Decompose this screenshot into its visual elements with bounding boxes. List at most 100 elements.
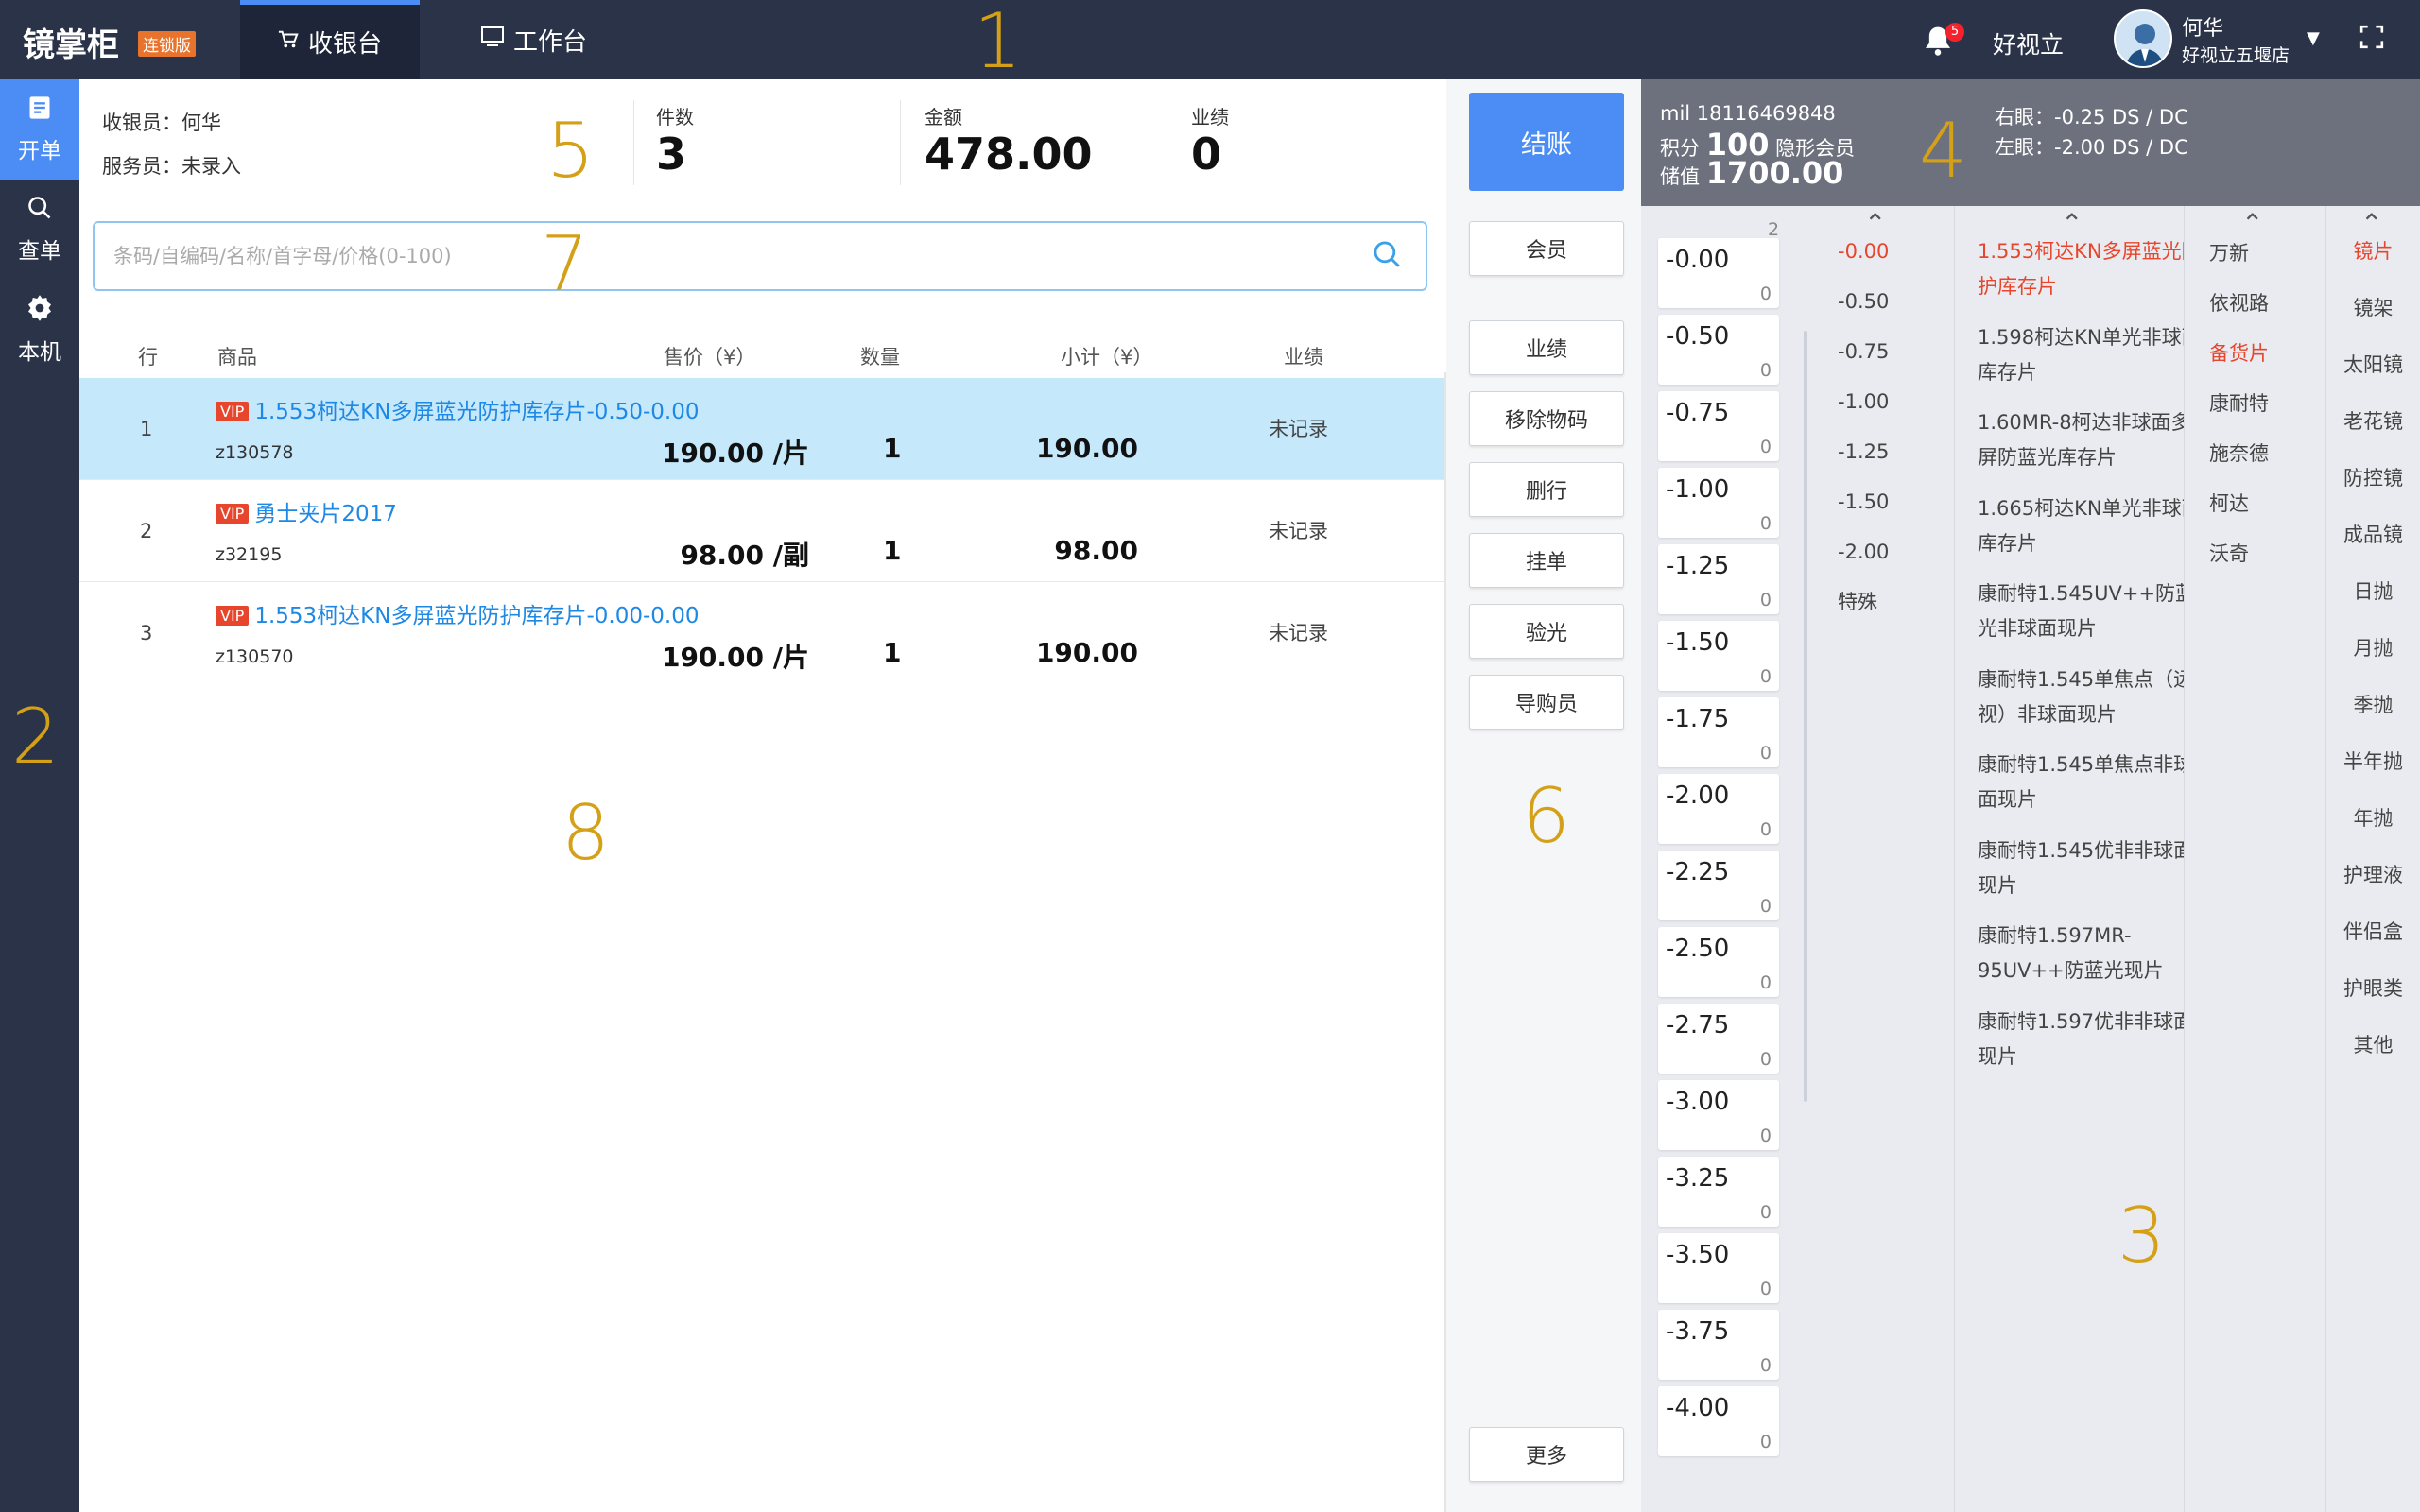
degree-option[interactable]: -2.25 0	[1658, 850, 1779, 920]
brand-option[interactable]: 施奈德	[2209, 437, 2269, 472]
member-button[interactable]: 会员	[1469, 221, 1624, 276]
fullscreen-icon[interactable]	[2360, 25, 2384, 56]
optometry-button[interactable]: 验光	[1469, 604, 1624, 659]
product-price[interactable]: 98.00 /副	[680, 535, 809, 573]
brand-option[interactable]: 沃奇	[2209, 537, 2249, 572]
product-name[interactable]: VIP 1.553柯达KN多屏蓝光防护库存片-0.00-0.00	[216, 597, 699, 629]
category-option[interactable]: 成品镜	[2326, 518, 2420, 553]
store-name[interactable]: 好视立	[1993, 26, 2064, 60]
product-option[interactable]: 康耐特1.545UV++防蓝 光非球面现片	[1978, 576, 2184, 646]
cylinder-option[interactable]: -2.00	[1838, 535, 1889, 570]
degree-option[interactable]: -3.00 0	[1658, 1080, 1779, 1150]
tab-workbench[interactable]: 工作台	[444, 0, 624, 79]
sidebar-item-local[interactable]: 本机	[0, 280, 79, 380]
category-option[interactable]: 其他	[2326, 1028, 2420, 1063]
category-option[interactable]: 日抛	[2326, 575, 2420, 610]
table-row[interactable]: 3 VIP 1.553柯达KN多屏蓝光防护库存片-0.00-0.00 z13057…	[79, 582, 1444, 684]
category-option[interactable]: 季抛	[2326, 688, 2420, 723]
brand-option[interactable]: 依视路	[2209, 286, 2269, 321]
right-eye-prescription: 右眼：-0.25 DS / DC	[1995, 106, 2188, 129]
product-qty[interactable]: 1	[883, 637, 901, 668]
table-row[interactable]: 2 VIP 勇士夹片2017 z32195 98.00 /副 1 98.00 未记…	[79, 480, 1444, 582]
category-option[interactable]: 半年抛	[2326, 745, 2420, 780]
cylinder-option[interactable]: -0.75	[1838, 335, 1889, 369]
category-option[interactable]: 年抛	[2326, 801, 2420, 836]
category-option[interactable]: 护眼类	[2326, 971, 2420, 1006]
product-option[interactable]: 康耐特1.597MR- 95UV++防蓝光现片	[1978, 919, 2184, 988]
degree-option[interactable]: -1.00 0	[1658, 468, 1779, 538]
degree-option[interactable]: -3.25 0	[1658, 1157, 1779, 1227]
degree-option[interactable]: -4.00 0	[1658, 1386, 1779, 1456]
product-option[interactable]: 1.553柯达KN多屏蓝光防 护库存片	[1978, 234, 2184, 304]
brand-option[interactable]: 万新	[2209, 236, 2249, 271]
degree-option[interactable]: -2.00 0	[1658, 774, 1779, 844]
cylinder-option[interactable]: -0.50	[1838, 284, 1889, 319]
cylinder-option[interactable]: -1.50	[1838, 485, 1889, 520]
cylinder-option[interactable]: 特殊	[1838, 585, 1877, 620]
cylinder-option[interactable]: -1.25	[1838, 435, 1889, 470]
category-option[interactable]: 月抛	[2326, 631, 2420, 666]
product-option[interactable]: 康耐特1.597优非非球面 现片	[1978, 1005, 2184, 1074]
degree-stock: 0	[1759, 1202, 1772, 1223]
cylinder-option[interactable]: -1.00	[1838, 385, 1889, 420]
product-qty[interactable]: 1	[883, 433, 901, 464]
degree-option[interactable]: -3.50 0	[1658, 1233, 1779, 1303]
product-option[interactable]: 1.60MR-8柯达非球面多 屏防蓝光库存片	[1978, 405, 2184, 475]
cylinder-option[interactable]: -0.00	[1838, 234, 1889, 269]
tab-cashier[interactable]: 收银台	[240, 0, 420, 79]
search-icon[interactable]	[1371, 238, 1405, 272]
degree-option[interactable]: -1.50 0	[1658, 621, 1779, 691]
product-price[interactable]: 190.00 /片	[662, 433, 809, 471]
cylinder-column: ⌃ -0.00 -0.50 -0.75 -1.00 -1.25 -1.50 -2.00 特殊 …	[1807, 206, 1954, 1512]
product-name[interactable]: VIP 勇士夹片2017	[216, 495, 397, 527]
degree-option[interactable]: -2.75 0	[1658, 1004, 1779, 1074]
product-perf[interactable]: 未记录	[1269, 618, 1328, 646]
category-option[interactable]: 镜架	[2326, 291, 2420, 326]
product-option[interactable]: 1.598柯达KN单光非球面 库存片	[1978, 320, 2184, 390]
category-option[interactable]: 伴侣盒	[2326, 915, 2420, 950]
sidebar-item-label: 查单	[18, 239, 61, 264]
annotation-1: 1	[974, 0, 1022, 85]
hold-order-button[interactable]: 挂单	[1469, 533, 1624, 588]
sidebar-item-new-order[interactable]: 开单	[0, 79, 79, 180]
category-option[interactable]: 太阳镜	[2326, 348, 2420, 383]
product-option[interactable]: 康耐特1.545优非非球面 现片	[1978, 833, 2184, 903]
chevron-up-icon[interactable]: ⌃	[2241, 208, 2263, 239]
degree-option[interactable]: -2.50 0	[1658, 927, 1779, 997]
brand-option[interactable]: 康耐特	[2209, 387, 2269, 421]
category-option[interactable]: 老花镜	[2326, 404, 2420, 439]
product-price[interactable]: 190.00 /片	[662, 637, 809, 675]
product-qty[interactable]: 1	[883, 535, 901, 566]
degree-option[interactable]: -1.75 0	[1658, 697, 1779, 767]
category-option[interactable]: 护理液	[2326, 858, 2420, 893]
category-option[interactable]: 防控镜	[2326, 461, 2420, 496]
avatar[interactable]	[2114, 9, 2172, 68]
delete-row-button[interactable]: 删行	[1469, 462, 1624, 517]
category-option[interactable]: 镜片	[2326, 234, 2420, 269]
product-perf[interactable]: 未记录	[1269, 414, 1328, 442]
product-name[interactable]: VIP 1.553柯达KN多屏蓝光防护库存片-0.50-0.00	[216, 393, 699, 425]
more-button[interactable]: 更多	[1469, 1427, 1624, 1482]
degree-option[interactable]: -0.00 0	[1658, 238, 1779, 308]
staff-label[interactable]: 服务员：未录入	[102, 151, 241, 180]
degree-option[interactable]: -1.25 0	[1658, 544, 1779, 614]
product-option[interactable]: 康耐特1.545单焦点非球 面现片	[1978, 747, 2184, 817]
degree-option[interactable]: -0.50 0	[1658, 315, 1779, 385]
brand-option[interactable]: 柯达	[2209, 487, 2249, 522]
remove-code-button[interactable]: 移除物码	[1469, 391, 1624, 446]
table-row[interactable]: 1 VIP 1.553柯达KN多屏蓝光防护库存片-0.50-0.00 z13057…	[79, 378, 1444, 480]
product-option[interactable]: 1.665柯达KN单光非球面 库存片	[1978, 491, 2184, 561]
product-perf[interactable]: 未记录	[1269, 516, 1328, 544]
performance-button[interactable]: 业绩	[1469, 320, 1624, 375]
chevron-down-icon[interactable]: ▼	[2307, 28, 2320, 48]
product-option-line: 库存片	[1978, 531, 2037, 555]
member-card[interactable]: mil 18116469848 积分 100 隐形会员 储值 1700.00 右…	[1641, 79, 2420, 206]
search-input[interactable]	[95, 223, 1323, 289]
product-option[interactable]: 康耐特1.545单焦点（远 视）非球面现片	[1978, 662, 2184, 732]
degree-option[interactable]: -3.75 0	[1658, 1310, 1779, 1380]
guide-button[interactable]: 导购员	[1469, 675, 1624, 730]
brand-option[interactable]: 备货片	[2209, 336, 2269, 371]
sidebar-item-query[interactable]: 查单	[0, 180, 79, 280]
checkout-button[interactable]: 结账	[1469, 93, 1624, 191]
degree-option[interactable]: -0.75 0	[1658, 391, 1779, 461]
